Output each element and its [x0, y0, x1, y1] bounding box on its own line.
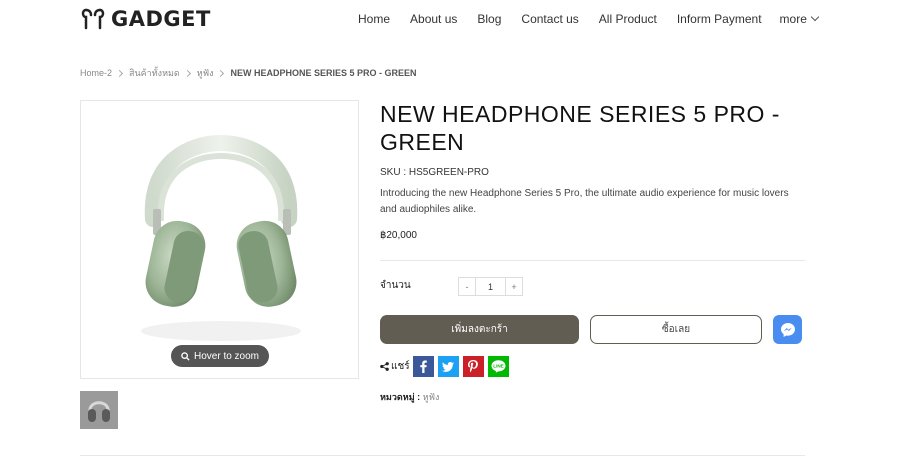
- category-label: หมวดหมู่ :: [380, 392, 421, 402]
- magnifier-icon: [181, 351, 190, 361]
- share-line-button[interactable]: LINE: [487, 356, 509, 377]
- product-thumbnail[interactable]: [80, 391, 118, 429]
- facebook-icon: [420, 360, 427, 373]
- pinterest-icon: [468, 360, 479, 373]
- share-twitter-button[interactable]: [437, 356, 459, 377]
- share-label: แชร์: [391, 361, 410, 372]
- category-link[interactable]: หูฟัง: [423, 392, 440, 402]
- buy-now-button[interactable]: ซื้อเลย: [590, 315, 762, 344]
- add-to-cart-button[interactable]: เพิ่มลงตะกร้า: [380, 315, 579, 344]
- breadcrumb-current: NEW HEADPHONE SERIES 5 PRO - GREEN: [230, 68, 417, 78]
- product-sku: SKU : HS5GREEN-PRO: [380, 167, 489, 178]
- breadcrumb-headphones[interactable]: หูฟัง: [197, 66, 214, 80]
- nav-more-label: more: [779, 12, 807, 26]
- nav-contact-us[interactable]: Contact us: [521, 12, 578, 26]
- quantity-input[interactable]: 1: [475, 278, 506, 295]
- share-icon: [380, 362, 389, 371]
- brand-name: GADGET: [111, 7, 211, 31]
- nav-all-product[interactable]: All Product: [599, 12, 657, 26]
- product-category: หมวดหมู่ : หูฟัง: [380, 390, 439, 404]
- messenger-button[interactable]: [773, 315, 802, 344]
- nav-inform-payment[interactable]: Inform Payment: [677, 12, 762, 26]
- breadcrumb: Home-2 สินค้าทั้งหมด หูฟัง NEW HEADPHONE…: [80, 66, 417, 80]
- quantity-stepper: - 1 +: [458, 277, 523, 296]
- quantity-decrease-button[interactable]: -: [459, 278, 475, 295]
- product-title: NEW HEADPHONE SERIES 5 PRO - GREEN: [380, 101, 780, 155]
- logo[interactable]: GADGET: [81, 7, 211, 31]
- divider: [380, 260, 805, 261]
- buy-now-label: ซื้อเลย: [661, 324, 691, 335]
- share-label-group: แชร์: [380, 359, 410, 374]
- twitter-icon: [442, 361, 455, 372]
- nav-about-us[interactable]: About us: [410, 12, 457, 26]
- zoom-label: Hover to zoom: [193, 350, 260, 362]
- breadcrumb-home[interactable]: Home-2: [80, 68, 112, 78]
- svg-text:LINE: LINE: [493, 364, 503, 369]
- chevron-right-icon: [115, 69, 124, 77]
- share-pinterest-button[interactable]: [462, 356, 484, 377]
- main-nav: Home About us Blog Contact us All Produc…: [358, 12, 820, 26]
- nav-home[interactable]: Home: [358, 12, 390, 26]
- share-facebook-button[interactable]: [412, 356, 434, 377]
- chevron-down-icon: [810, 12, 820, 22]
- headphone-image: [141, 134, 301, 341]
- site-header: GADGET Home About us Blog Contact us All…: [0, 0, 920, 40]
- product-price: ฿20,000: [380, 230, 417, 241]
- chevron-right-icon: [183, 69, 191, 77]
- messenger-icon: [780, 322, 795, 337]
- quantity-label: จำนวน: [380, 280, 411, 291]
- hover-to-zoom-hint: Hover to zoom: [171, 345, 269, 367]
- headphone-thumbnail-image: [88, 401, 110, 422]
- product-main-image[interactable]: [80, 100, 359, 379]
- logo-mark-icon: [81, 8, 105, 30]
- line-icon: LINE: [491, 360, 506, 373]
- nav-more[interactable]: more: [779, 12, 820, 26]
- share-bar: แชร์ LINE: [380, 356, 513, 377]
- breadcrumb-all-products[interactable]: สินค้าทั้งหมด: [129, 66, 180, 80]
- chevron-right-icon: [217, 69, 225, 77]
- bottom-divider: [80, 455, 805, 456]
- add-to-cart-label: เพิ่มลงตะกร้า: [451, 324, 508, 335]
- quantity-increase-button[interactable]: +: [506, 278, 522, 295]
- product-description: Introducing the new Headphone Series 5 P…: [380, 188, 789, 215]
- nav-blog[interactable]: Blog: [477, 12, 501, 26]
